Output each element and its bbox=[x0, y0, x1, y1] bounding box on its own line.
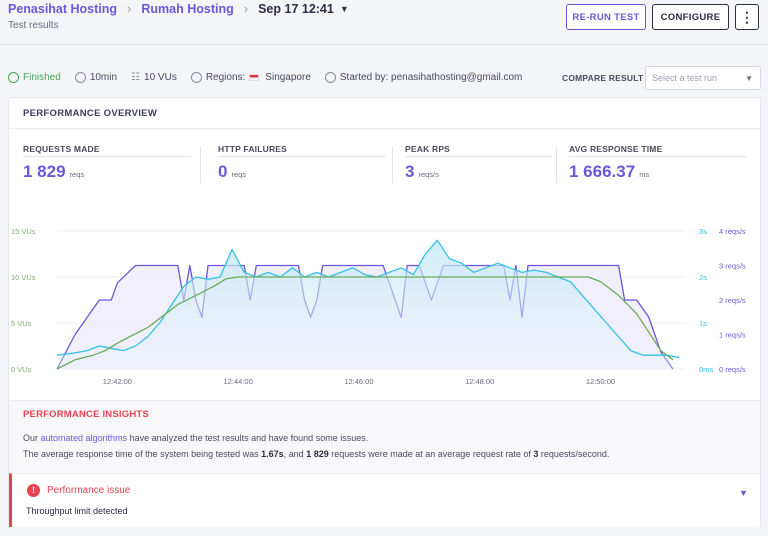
insights-summary: The average response time of the system … bbox=[23, 449, 609, 459]
chevron-right-icon: › bbox=[243, 1, 249, 16]
y-tick-vus: 0 VUs bbox=[11, 365, 32, 374]
x-tick-label: 12:46:00 bbox=[344, 377, 373, 386]
run-date-selector[interactable]: Sep 17 12:41 bbox=[258, 2, 334, 16]
more-menu-button[interactable]: ⋮ bbox=[735, 4, 759, 30]
divider bbox=[392, 147, 393, 183]
status-regions: Regions: Singapore bbox=[190, 71, 311, 83]
duration-label: 10min bbox=[89, 71, 118, 83]
alert-icon: ! bbox=[27, 484, 40, 497]
y-tick-rps: 2 reqs/s bbox=[719, 296, 746, 305]
y-tick-response: 3s bbox=[699, 227, 707, 236]
metric-label: AVG RESPONSE TIME bbox=[569, 144, 663, 154]
region-name: Singapore bbox=[265, 71, 311, 83]
performance-issue-row[interactable]: ! Performance issue Throughput limit det… bbox=[9, 473, 760, 527]
divider bbox=[405, 156, 553, 157]
select-placeholder: Select a test run bbox=[652, 73, 718, 83]
metric-label: REQUESTS MADE bbox=[23, 144, 100, 154]
y-tick-rps: 3 reqs/s bbox=[719, 262, 746, 271]
text: , and bbox=[283, 449, 307, 459]
users-icon: ☷ bbox=[131, 71, 141, 83]
automated-algorithms-link[interactable]: automated algorithms bbox=[41, 433, 128, 443]
text: requests/second. bbox=[538, 449, 610, 459]
metric-avg-response-time: AVG RESPONSE TIME 1 666.37 ms bbox=[569, 144, 747, 181]
divider bbox=[9, 128, 760, 129]
x-tick-label: 12:42:00 bbox=[103, 377, 132, 386]
chevron-right-icon: › bbox=[127, 1, 132, 16]
vus-label: 10 VUs bbox=[144, 71, 177, 83]
performance-overview-panel: PERFORMANCE OVERVIEW REQUESTS MADE 1 829… bbox=[8, 97, 761, 528]
singapore-flag-icon bbox=[249, 73, 260, 81]
y-tick-vus: 5 VUs bbox=[11, 319, 32, 328]
globe-icon bbox=[190, 71, 202, 83]
started-by-label: Started by: penasihathosting@gmail.com bbox=[339, 71, 523, 83]
y-tick-response: 0ms bbox=[699, 365, 713, 374]
metric-value: 1 829 bbox=[23, 162, 66, 181]
metric-value: 3 bbox=[405, 162, 415, 181]
chevron-down-icon: ▼ bbox=[745, 74, 753, 83]
text: requests were made at an average request… bbox=[328, 449, 534, 459]
breadcrumb-project[interactable]: Rumah Hosting bbox=[141, 2, 233, 16]
breadcrumb-org[interactable]: Penasihat Hosting bbox=[8, 2, 117, 16]
clock-icon bbox=[74, 71, 86, 83]
metric-value: 0 bbox=[218, 162, 228, 181]
insights-intro: Our automated algorithms have analyzed t… bbox=[23, 433, 368, 443]
metric-unit: reqs/s bbox=[418, 170, 439, 179]
page-subtitle: Test results bbox=[8, 20, 59, 31]
y-tick-vus: 10 VUs bbox=[11, 273, 36, 282]
metric-unit: reqs bbox=[231, 170, 247, 179]
divider bbox=[0, 44, 768, 45]
divider bbox=[23, 156, 191, 157]
rerun-test-button[interactable]: RE-RUN TEST bbox=[566, 4, 646, 30]
issue-title: Performance issue bbox=[47, 485, 131, 496]
text: Our bbox=[23, 433, 41, 443]
issue-summary: Throughput limit detected bbox=[26, 506, 128, 516]
divider bbox=[569, 156, 747, 157]
metric-unit: ms bbox=[639, 170, 650, 179]
metric-value: 1 666.37 bbox=[569, 162, 636, 181]
y-tick-rps: 1 reqs/s bbox=[719, 331, 746, 340]
header: Penasihat Hosting › Rumah Hosting › Sep … bbox=[0, 0, 768, 64]
y-tick-response: 1s bbox=[699, 319, 707, 328]
regions-label: Regions: bbox=[205, 71, 246, 83]
y-tick-vus: 15 VUs bbox=[11, 227, 36, 236]
breadcrumb: Penasihat Hosting › Rumah Hosting › Sep … bbox=[8, 1, 349, 16]
status-duration: 10min bbox=[74, 71, 118, 83]
metric-requests-made: REQUESTS MADE 1 829 reqs bbox=[23, 144, 191, 181]
panel-title: PERFORMANCE OVERVIEW bbox=[23, 108, 158, 119]
insights-title: PERFORMANCE INSIGHTS bbox=[23, 409, 149, 420]
requests-highlight: 1 829 bbox=[306, 449, 329, 459]
divider bbox=[200, 147, 201, 183]
metric-unit: reqs bbox=[69, 170, 85, 179]
metric-http-failures: HTTP FAILURES 0 reqs bbox=[218, 144, 386, 181]
x-tick-label: 12:44:00 bbox=[224, 377, 253, 386]
x-tick-label: 12:50:00 bbox=[586, 377, 615, 386]
compare-result-label: COMPARE RESULT bbox=[562, 73, 644, 83]
performance-chart: 0 VUs 5 VUs 10 VUs 15 VUs 0ms 1s 2s 3s 0 reqs/s 1… bbox=[11, 227, 746, 386]
text: The average response time of the system … bbox=[23, 449, 262, 459]
chevron-down-icon[interactable]: ▼ bbox=[739, 488, 748, 498]
divider bbox=[556, 147, 557, 183]
compare-test-run-select[interactable]: Select a test run ▼ bbox=[645, 66, 761, 90]
status-finished: Finished bbox=[8, 71, 61, 83]
check-circle-icon bbox=[8, 71, 19, 83]
y-tick-rps: 0 reqs/s bbox=[719, 365, 746, 374]
metric-label: HTTP FAILURES bbox=[218, 144, 288, 154]
status-vus: ☷ 10 VUs bbox=[131, 72, 177, 83]
status-label: Finished bbox=[23, 71, 61, 83]
text: have analyzed the test results and have … bbox=[127, 433, 369, 443]
avg-response-highlight: 1.67s bbox=[261, 449, 284, 459]
metric-peak-rps: PEAK RPS 3 reqs/s bbox=[405, 144, 553, 181]
x-tick-label: 12:48:00 bbox=[465, 377, 494, 386]
status-bar: Finished 10min ☷ 10 VUs Regions: Singapo… bbox=[8, 68, 522, 86]
status-started-by: Started by: penasihathosting@gmail.com bbox=[324, 71, 523, 83]
y-tick-response: 2s bbox=[699, 273, 707, 282]
user-icon bbox=[324, 71, 336, 83]
divider bbox=[218, 156, 386, 157]
configure-button[interactable]: CONFIGURE bbox=[652, 4, 729, 30]
performance-insights: PERFORMANCE INSIGHTS Our automated algor… bbox=[9, 400, 760, 528]
metric-label: PEAK RPS bbox=[405, 144, 451, 154]
chevron-down-icon[interactable]: ▼ bbox=[340, 4, 349, 14]
y-tick-rps: 4 reqs/s bbox=[719, 227, 746, 236]
